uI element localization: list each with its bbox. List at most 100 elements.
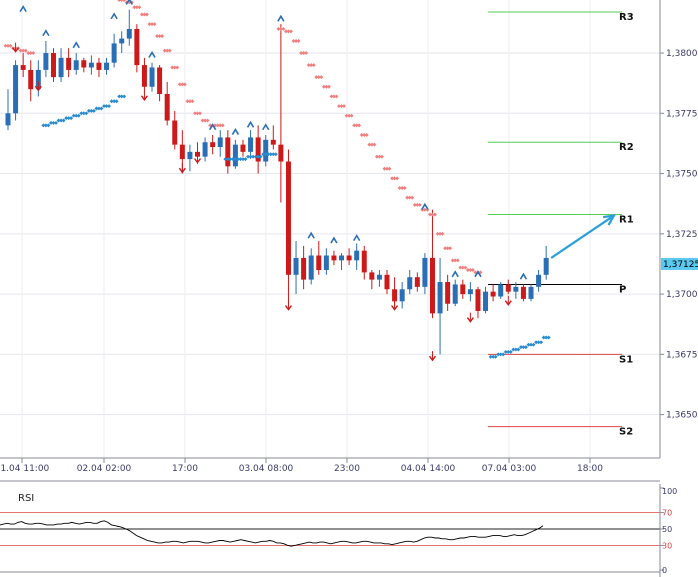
candle-body — [66, 57, 72, 70]
rsi-tick-label: 50 — [662, 525, 672, 534]
candle-body — [58, 57, 64, 78]
candle-body — [270, 139, 276, 145]
candle-body — [483, 291, 489, 311]
chart-canvas[interactable]: R3 R2 R1 P S1 S2 1,3800 1,3775 1,3750 1,3725 1,37… — [0, 0, 698, 577]
price-tick-label: 1,3650 — [666, 411, 698, 421]
candle-body — [81, 60, 87, 68]
candle-body — [263, 139, 269, 162]
candle-body — [187, 151, 193, 160]
candle-body — [43, 53, 49, 70]
candle-body — [543, 257, 549, 275]
price-tick-label: 1,3800 — [666, 49, 698, 59]
candle-body — [172, 120, 178, 145]
candle-body — [475, 289, 481, 311]
price-tick-label: 1,3675 — [666, 350, 698, 360]
candle-body — [346, 255, 352, 261]
candle-body — [392, 289, 398, 302]
candle-body — [202, 142, 208, 157]
time-tick-label: 04.04 14:00 — [401, 464, 456, 474]
candle-body — [293, 257, 299, 275]
candle-body — [157, 67, 163, 95]
price-tick-label: 1,3775 — [666, 109, 698, 119]
candle-body — [240, 144, 246, 152]
candle-body — [513, 286, 519, 292]
candle-body — [134, 28, 140, 66]
pivot-label-r3: R3 — [619, 12, 634, 23]
candle-body — [13, 65, 19, 114]
candle-body — [376, 274, 382, 280]
candle-body — [505, 284, 511, 292]
time-tick-label: 23:00 — [334, 464, 360, 474]
candle-body — [490, 291, 496, 297]
candle-body — [285, 161, 291, 275]
rsi-tick-label: 0 — [662, 566, 667, 575]
chart-background — [0, 0, 698, 577]
pivot-label-s1: S1 — [619, 354, 633, 365]
time-tick-label: 18:00 — [577, 464, 603, 474]
candle-body — [248, 137, 254, 152]
candle-body — [536, 274, 542, 287]
candle-body — [88, 62, 94, 68]
candle-body — [278, 144, 284, 162]
candle-body — [50, 53, 56, 78]
current-price-label: 1,37125 — [663, 260, 698, 270]
candle-body — [498, 284, 504, 297]
candle-body — [467, 289, 473, 295]
candle-body — [164, 94, 170, 121]
candle-body — [119, 38, 125, 44]
time-tick-label: 02.04 02:00 — [77, 464, 132, 474]
time-tick-label: 17:00 — [172, 464, 198, 474]
time-tick-label: 03.04 08:00 — [239, 464, 294, 474]
candle-body — [73, 60, 79, 70]
candle-body — [308, 255, 314, 280]
candle-body — [429, 257, 435, 314]
candle-body — [354, 250, 360, 261]
price-tick-label: 1,3700 — [666, 290, 698, 300]
candle-body — [141, 65, 147, 87]
candle-body — [232, 144, 238, 167]
pivot-label-r1: R1 — [619, 215, 634, 226]
candle-body — [422, 257, 428, 287]
current-price-tag: 1,37125 — [661, 257, 698, 270]
candle-body — [520, 286, 526, 299]
candle-body — [301, 257, 307, 280]
candle-body — [407, 277, 413, 290]
rsi-tick-label: 30 — [662, 541, 672, 550]
candle-body — [225, 137, 231, 167]
time-tick-label: 01.04 11:00 — [0, 464, 50, 474]
pivot-label-p: P — [619, 284, 626, 295]
candle-body — [316, 255, 322, 270]
rsi-title: RSI — [18, 493, 34, 504]
time-tick-label: 07.04 03:00 — [482, 464, 537, 474]
candle-body — [414, 277, 420, 287]
rsi-tick-label: 100 — [662, 487, 677, 496]
candle-body — [323, 255, 329, 270]
candle-body — [452, 284, 458, 304]
candle-body — [210, 142, 216, 148]
candle-body — [331, 255, 337, 261]
candle-body — [528, 286, 534, 299]
candle-body — [126, 28, 132, 39]
price-tick-label: 1,3750 — [666, 170, 698, 180]
candle-body — [179, 144, 185, 160]
rsi-tick-label: 70 — [662, 509, 672, 518]
candle-body — [460, 284, 466, 295]
candle-body — [369, 272, 375, 280]
candle-body — [437, 282, 443, 314]
candle-body — [361, 250, 367, 273]
price-tick-label: 1,3725 — [666, 230, 698, 240]
pivot-label-r2: R2 — [619, 142, 634, 153]
candle-body — [104, 62, 110, 70]
candle-body — [111, 43, 117, 63]
candle-body — [28, 69, 34, 90]
pivot-label-s2: S2 — [619, 427, 633, 438]
candle-body — [20, 65, 26, 70]
candle-body — [96, 62, 102, 70]
candle-body — [149, 67, 155, 87]
candle-body — [445, 282, 451, 304]
candle-body — [5, 113, 11, 126]
candle-body — [339, 255, 345, 261]
candle-body — [217, 137, 223, 148]
candle-body — [399, 289, 405, 302]
candle-body — [384, 274, 390, 290]
